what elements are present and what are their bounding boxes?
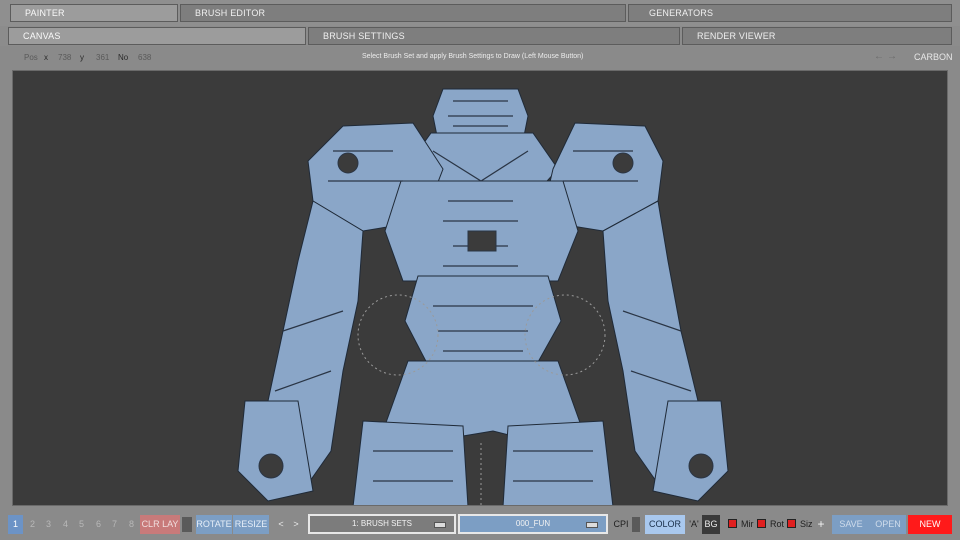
brush-set-dropdown[interactable]: 1: BRUSH SETS xyxy=(308,514,456,534)
color-button[interactable]: COLOR xyxy=(645,515,685,534)
add-icon[interactable]: + xyxy=(815,515,827,534)
brush-set-value: 1: BRUSH SETS xyxy=(351,519,412,528)
arrow-left-icon[interactable]: ← xyxy=(874,51,884,62)
main-tab-bar: PAINTER BRUSH EDITOR GENERATORS xyxy=(0,0,960,26)
pos-label: Pos xyxy=(24,53,38,62)
layer-5-button[interactable]: 5 xyxy=(74,515,89,534)
tab-render-viewer[interactable]: RENDER VIEWER xyxy=(682,27,952,45)
dropdown-arrow-icon xyxy=(586,522,598,528)
sub-tab-bar: CANVAS BRUSH SETTINGS RENDER VIEWER xyxy=(0,26,960,46)
new-button[interactable]: NEW xyxy=(908,515,952,534)
preset-name: CARBON xyxy=(914,52,953,62)
open-button[interactable]: OPEN xyxy=(870,515,906,534)
cpi-label: CPI xyxy=(613,519,629,529)
layer-1-button[interactable]: 1 xyxy=(8,515,23,534)
prev-button[interactable]: < xyxy=(275,515,287,534)
rotate-button[interactable]: ROTATE xyxy=(196,515,232,534)
y-value: 361 xyxy=(96,53,110,62)
resize-button[interactable]: RESIZE xyxy=(233,515,269,534)
x-label: x xyxy=(44,53,48,62)
no-value: 638 xyxy=(138,53,152,62)
layer-3-button[interactable]: 3 xyxy=(41,515,56,534)
tab-painter[interactable]: PAINTER xyxy=(10,4,178,22)
status-bar: Pos x 738 y 361 No 638 Select Brush Set … xyxy=(0,46,960,68)
bg-button[interactable]: BG xyxy=(702,515,720,534)
brush-value: 000_FUN xyxy=(515,519,551,528)
rotate-checkbox[interactable] xyxy=(757,519,766,528)
size-label: Siz xyxy=(800,519,813,529)
drawing-canvas[interactable] xyxy=(12,70,948,506)
mirror-checkbox[interactable] xyxy=(728,519,737,528)
size-checkbox[interactable] xyxy=(787,519,796,528)
robot-artwork xyxy=(237,88,729,505)
layer-2-button[interactable]: 2 xyxy=(25,515,40,534)
layer-4-button[interactable]: 4 xyxy=(58,515,73,534)
next-button[interactable]: > xyxy=(290,515,302,534)
dropdown-arrow-icon xyxy=(434,522,446,528)
tab-generators[interactable]: GENERATORS xyxy=(628,4,952,22)
tab-brush-editor[interactable]: BRUSH EDITOR xyxy=(180,4,626,22)
brush-dropdown[interactable]: 000_FUN xyxy=(458,514,608,534)
layer-8-button[interactable]: 8 xyxy=(124,515,139,534)
arrow-right-icon[interactable]: → xyxy=(887,51,897,62)
bottom-toolbar: 1 2 3 4 5 6 7 8 CLR LAY ROTATE RESIZE < … xyxy=(0,510,960,540)
mirror-label: Mir xyxy=(741,519,754,529)
hint-text: Select Brush Set and apply Brush Setting… xyxy=(362,53,584,60)
no-label: No xyxy=(118,53,129,62)
y-label: y xyxy=(80,53,84,62)
lock-icon[interactable] xyxy=(182,517,192,532)
a-button[interactable]: 'A' xyxy=(686,515,702,534)
layer-7-button[interactable]: 7 xyxy=(107,515,122,534)
x-value: 738 xyxy=(58,53,72,62)
rotate-label: Rot xyxy=(770,519,785,529)
clear-layer-button[interactable]: CLR LAY xyxy=(140,515,180,534)
save-button[interactable]: SAVE xyxy=(832,515,870,534)
layer-6-button[interactable]: 6 xyxy=(91,515,106,534)
eyedropper-icon[interactable] xyxy=(632,517,640,532)
tab-canvas[interactable]: CANVAS xyxy=(8,27,306,45)
tab-brush-settings[interactable]: BRUSH SETTINGS xyxy=(308,27,680,45)
